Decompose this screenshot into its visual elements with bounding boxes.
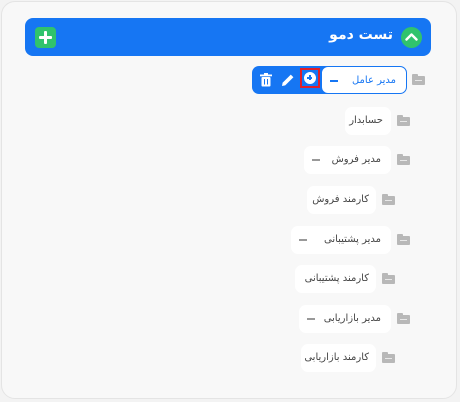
node-label: مدیر عامل: [351, 75, 396, 86]
tree-node[interactable]: مدیر بازاریابی: [299, 305, 391, 333]
node-label: کارمند پشتیبانی: [304, 273, 369, 284]
folder-icon: [397, 154, 410, 165]
collapse-icon[interactable]: [299, 239, 307, 241]
chart-title: تست دمو: [329, 27, 393, 43]
node-label: حسابدار: [349, 115, 383, 126]
node-label: کارمند بازاریابی: [304, 352, 369, 363]
tree-node[interactable]: مدیر پشتیبانی: [291, 226, 391, 254]
tree-node[interactable]: کارمند بازاریابی: [301, 344, 376, 372]
tree-node[interactable]: حسابدار: [345, 107, 391, 135]
folder-icon: [382, 352, 395, 363]
folder-icon: [397, 115, 410, 126]
collapse-icon[interactable]: [330, 80, 338, 82]
folder-icon: [382, 194, 395, 205]
add-child-icon: [304, 72, 316, 84]
add-root-button[interactable]: [35, 27, 56, 48]
collapse-icon[interactable]: [307, 318, 315, 320]
node-label: مدیر فروش: [331, 154, 381, 165]
add-child-button[interactable]: [300, 68, 320, 88]
tree-node[interactable]: کارمند پشتیبانی: [295, 265, 376, 293]
folder-icon: [397, 313, 410, 324]
folder-icon: [412, 74, 425, 85]
collapse-icon[interactable]: [312, 159, 320, 161]
delete-icon[interactable]: [258, 72, 274, 88]
node-label: مدیر پشتیبانی: [323, 234, 381, 245]
tree-node[interactable]: مدیر فروش: [304, 146, 391, 174]
edit-icon[interactable]: [280, 72, 296, 88]
tree-node-selected[interactable]: مدیر عامل: [321, 66, 407, 94]
folder-icon: [397, 234, 410, 245]
chevron-up-icon[interactable]: [401, 27, 422, 48]
chart-header: تست دمو: [25, 18, 431, 56]
node-label: مدیر بازاریابی: [323, 313, 381, 324]
tree-node[interactable]: کارمند فروش: [307, 186, 376, 214]
node-label: کارمند فروش: [312, 194, 369, 205]
node-actions-bar: [252, 66, 332, 94]
folder-icon: [382, 273, 395, 284]
